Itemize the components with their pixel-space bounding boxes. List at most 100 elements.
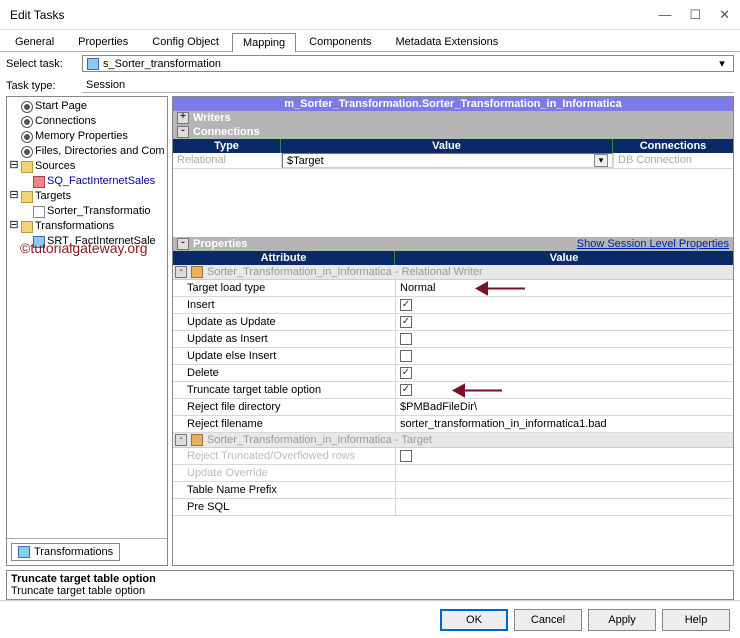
checkbox[interactable] [400, 350, 412, 362]
tree-memory[interactable]: Memory Properties [9, 129, 165, 144]
sidebar-tab-transformations[interactable]: Transformations [11, 543, 120, 561]
tree-transformations[interactable]: ⊟Transformations [9, 219, 165, 234]
tab-general[interactable]: General [4, 32, 65, 51]
property-value[interactable]: Normal [400, 282, 435, 294]
tree-sources[interactable]: ⊟Sources [9, 159, 165, 174]
conn-connection: DB Connection [613, 153, 733, 168]
col-attribute: Attribute [173, 251, 395, 265]
collapse-icon[interactable]: ⊟ [9, 159, 19, 174]
tab-properties[interactable]: Properties [67, 32, 139, 51]
help-button[interactable]: Help [662, 609, 730, 631]
dialog-buttons: OK Cancel Apply Help [0, 600, 740, 638]
chevron-down-icon: ▾ [715, 57, 729, 70]
tree-files-dir[interactable]: Files, Directories and Com [9, 144, 165, 159]
property-row: Reject file directory$PMBadFileDir\ [173, 399, 733, 416]
tree-start-page[interactable]: Start Page [9, 99, 165, 114]
property-attr: Update else Insert [173, 350, 395, 362]
nav-tree: Start Page Connections Memory Properties… [7, 97, 167, 538]
checkbox[interactable] [400, 384, 412, 396]
task-type-label: Task type: [6, 80, 76, 92]
col-connections: Connections [613, 139, 733, 153]
task-icon [87, 58, 99, 70]
property-row: Update else Insert [173, 348, 733, 365]
property-group[interactable]: -Sorter_Transformation_in_Informatica - … [173, 265, 733, 280]
collapse-icon[interactable]: - [175, 266, 187, 278]
gear-icon [21, 131, 33, 143]
property-row: Reject filename sorter_transformation_in_… [173, 416, 733, 433]
titlebar: Edit Tasks — ☐ ✕ [0, 0, 740, 30]
col-value: Value [395, 251, 733, 265]
property-value[interactable]: sorter_transformation_in_informatica1.ba… [400, 418, 607, 430]
checkbox[interactable] [400, 367, 412, 379]
nav-sidebar: Start Page Connections Memory Properties… [6, 96, 168, 566]
collapse-icon[interactable]: ⊟ [9, 219, 19, 234]
property-attr: Reject filename [173, 418, 395, 430]
property-attr: Pre SQL [173, 501, 395, 513]
expand-icon[interactable]: + [177, 112, 189, 124]
info-title: Truncate target table option [11, 573, 729, 585]
info-panel: Truncate target table option Truncate ta… [6, 570, 734, 600]
gear-icon [21, 116, 33, 128]
window-title: Edit Tasks [10, 8, 658, 22]
show-session-link[interactable]: Show Session Level Properties [577, 238, 729, 250]
property-attr: Truncate target table option [173, 384, 395, 396]
tree-source-item[interactable]: SQ_FactInternetSales [9, 174, 165, 189]
property-attr: Reject Truncated/Overflowed rows [173, 450, 395, 462]
tree-connections[interactable]: Connections [9, 114, 165, 129]
cancel-button[interactable]: Cancel [514, 609, 582, 631]
task-type-row: Task type: Session [0, 75, 740, 96]
tab-metadata-extensions[interactable]: Metadata Extensions [385, 32, 510, 51]
select-task-label: Select task: [6, 58, 76, 70]
conn-value-input[interactable]: $Target▾ [282, 153, 613, 168]
window-controls: — ☐ ✕ [658, 7, 730, 23]
tree-targets[interactable]: ⊟Targets [9, 189, 165, 204]
collapse-icon[interactable]: - [175, 434, 187, 446]
property-attr: Insert [173, 299, 395, 311]
writers-section[interactable]: +Writers [173, 111, 733, 125]
checkbox[interactable] [400, 316, 412, 328]
property-attr: Delete [173, 367, 395, 379]
collapse-icon[interactable]: - [177, 238, 189, 250]
property-row: Pre SQL [173, 499, 733, 516]
task-type-value: Session [82, 78, 734, 93]
collapse-icon[interactable]: - [177, 126, 189, 138]
property-row: Truncate target table option [173, 382, 733, 399]
main-tabs: General Properties Config Object Mapping… [0, 30, 740, 52]
property-attr: Update Override [173, 467, 395, 479]
sidebar-bottom-tabs: Transformations [7, 538, 167, 565]
property-row: Reject Truncated/Overflowed rows [173, 448, 733, 465]
tab-components[interactable]: Components [298, 32, 382, 51]
apply-button[interactable]: Apply [588, 609, 656, 631]
tree-trans-item[interactable]: SRT_FactInternetSale [9, 234, 165, 249]
transform-icon [18, 546, 30, 558]
tree-target-item[interactable]: Sorter_Transformatio [9, 204, 165, 219]
folder-icon [21, 191, 33, 203]
close-icon[interactable]: ✕ [719, 7, 730, 23]
col-type: Type [173, 139, 281, 153]
maximize-icon[interactable]: ☐ [689, 7, 701, 23]
connections-section[interactable]: -Connections [173, 125, 733, 139]
checkbox[interactable] [400, 450, 412, 462]
tab-mapping[interactable]: Mapping [232, 33, 296, 52]
collapse-icon[interactable]: ⊟ [9, 189, 19, 204]
select-task-dropdown[interactable]: s_Sorter_transformation ▾ [82, 55, 734, 72]
ok-button[interactable]: OK [440, 609, 508, 631]
property-group[interactable]: -Sorter_Transformation_in_Informatica - … [173, 433, 733, 448]
dropdown-icon[interactable]: ▾ [594, 154, 608, 167]
tab-config-object[interactable]: Config Object [141, 32, 230, 51]
connections-header: Type Value Connections [173, 139, 733, 153]
folder-icon [21, 221, 33, 233]
properties-header: Attribute Value [173, 251, 733, 265]
select-task-row: Select task: s_Sorter_transformation ▾ [0, 52, 740, 75]
checkbox[interactable] [400, 333, 412, 345]
gear-icon [21, 146, 33, 158]
property-row: Target load typeNormal [173, 280, 733, 297]
property-value[interactable]: $PMBadFileDir\ [400, 401, 477, 413]
minimize-icon[interactable]: — [658, 7, 671, 23]
col-value: Value [281, 139, 613, 153]
properties-section[interactable]: -Properties Show Session Level Propertie… [173, 237, 733, 251]
property-row: Update Override [173, 465, 733, 482]
transform-icon [33, 236, 45, 248]
property-attr: Update as Insert [173, 333, 395, 345]
checkbox[interactable] [400, 299, 412, 311]
